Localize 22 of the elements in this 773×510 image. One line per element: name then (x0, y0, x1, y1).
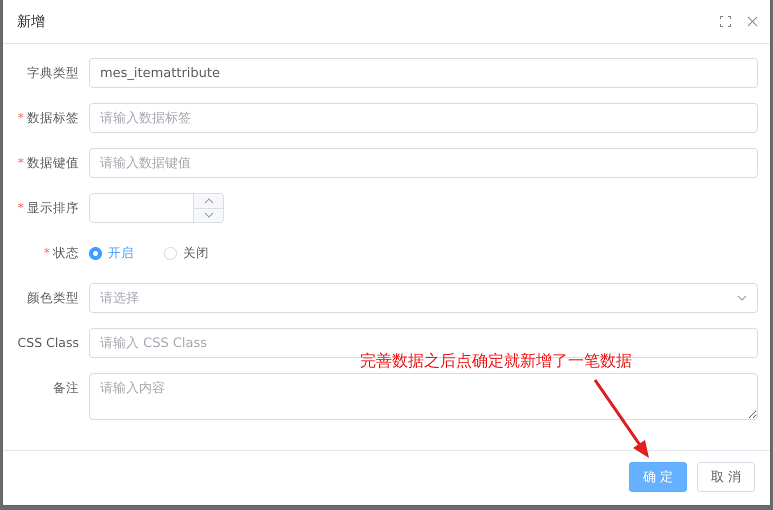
input-field[interactable]: mes_itemattribute (89, 58, 758, 88)
field-label: * 数据标签 (16, 109, 80, 127)
input-field[interactable]: 请输入数据键值 (89, 148, 758, 178)
field-label: CSS Class (16, 334, 80, 352)
close-icon[interactable] (747, 16, 758, 27)
number-field[interactable] (89, 193, 224, 223)
field-label: * 状态 (42, 244, 80, 262)
radio-label[interactable]: 关闭 (183, 244, 209, 262)
field-label: * 数据键值 (16, 154, 80, 172)
field-label: 颜色类型 (26, 289, 80, 307)
field-label: 备注 (52, 379, 80, 397)
field-label: * 显示排序 (16, 199, 80, 217)
input-field[interactable]: 请输入内容 (89, 373, 758, 420)
chevron-down-icon[interactable] (737, 295, 747, 301)
radio-button[interactable] (89, 246, 102, 260)
cancel-button[interactable]: 取 消 (697, 462, 755, 492)
chevron-down-icon[interactable] (204, 212, 214, 218)
fullscreen-icon[interactable] (720, 16, 731, 27)
field-label: 字典类型 (26, 64, 80, 82)
chevron-up-icon[interactable] (204, 198, 214, 204)
dialog-title: 新增 (17, 12, 46, 30)
input-field[interactable]: 请输入数据标签 (89, 103, 758, 133)
